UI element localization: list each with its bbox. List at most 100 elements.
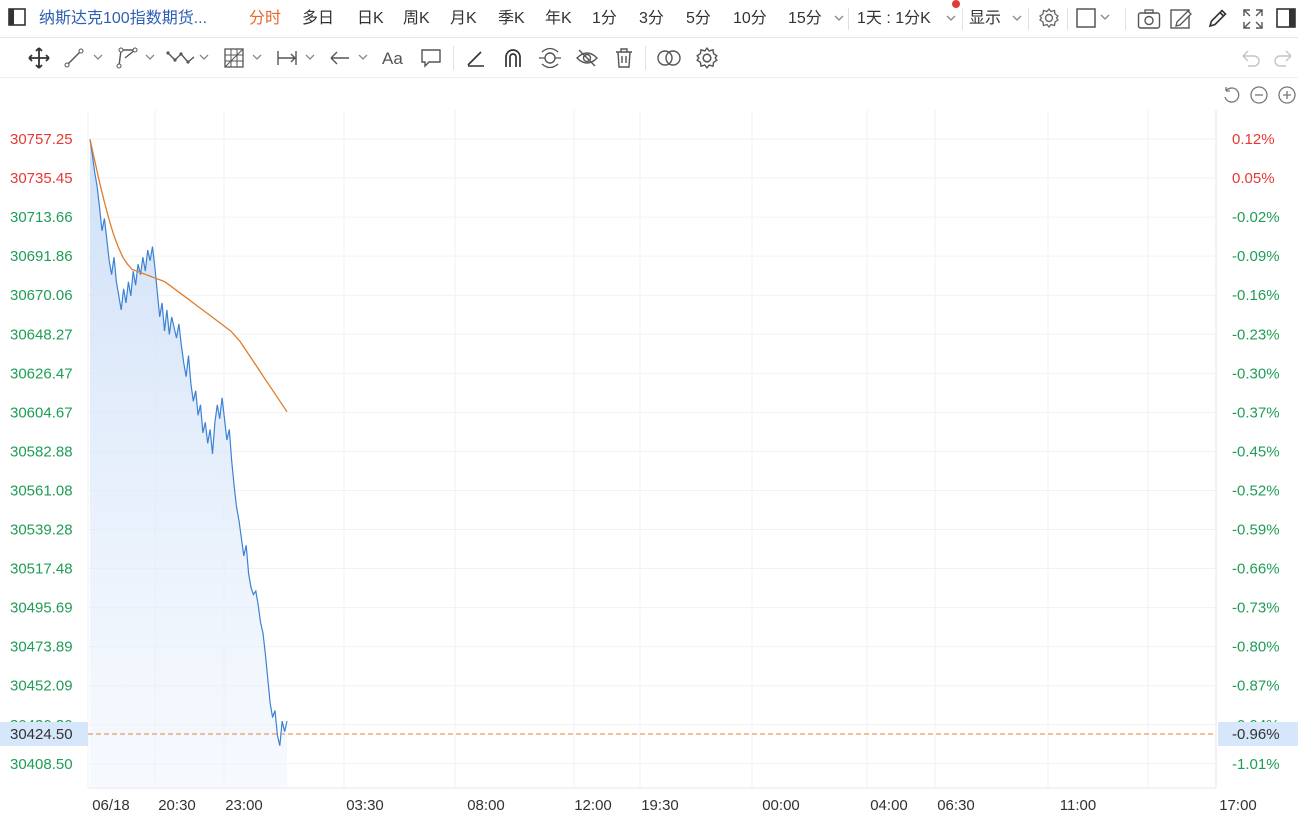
y-tick-label-left: 30495.69	[10, 600, 73, 617]
x-tick-label: 17:00	[1219, 797, 1257, 814]
y-tick-label-left: 30517.48	[10, 561, 73, 578]
sidebar-icon[interactable]	[1276, 8, 1296, 33]
price-area	[90, 139, 287, 788]
redo-icon[interactable]	[1272, 48, 1294, 73]
y-tick-label-right: -0.37%	[1232, 404, 1280, 421]
divider	[1028, 8, 1029, 30]
y-tick-label-left: 30757.25	[10, 131, 73, 148]
x-tick-label: 12:00	[574, 797, 612, 814]
chevron-down-icon	[1012, 15, 1022, 21]
y-tick-label-left: 30582.88	[10, 443, 73, 460]
divider	[848, 8, 849, 30]
magnet-icon[interactable]	[501, 46, 525, 75]
y-tick-label-left: 30713.66	[10, 209, 73, 226]
divider	[962, 8, 963, 30]
comment-icon[interactable]	[420, 47, 442, 74]
compare-icon[interactable]	[656, 48, 682, 73]
zoom-out-icon[interactable]	[1249, 85, 1269, 105]
period-tab-3[interactable]: 周K	[403, 0, 430, 38]
period-tab-11[interactable]: 15分	[788, 0, 822, 38]
divider	[645, 46, 646, 70]
trash-icon[interactable]	[613, 46, 635, 75]
period-tab-8[interactable]: 3分	[639, 0, 664, 38]
fullscreen-icon[interactable]	[1242, 8, 1264, 35]
reset-zoom-icon[interactable]	[1221, 85, 1241, 105]
crosshair-move-icon[interactable]	[27, 46, 51, 75]
sidebar-toggle-icon[interactable]	[8, 8, 26, 26]
y-tick-label-left: 30735.45	[10, 170, 73, 187]
y-tick-label-left: 30648.27	[10, 326, 73, 343]
fib-grid-icon[interactable]	[223, 46, 267, 75]
y-tick-label-left: 30670.06	[10, 287, 73, 304]
pen-icon[interactable]	[465, 47, 487, 74]
x-tick-label: 06:30	[937, 797, 975, 814]
y-tick-label-right: -0.23%	[1232, 326, 1280, 343]
y-tick-label-right: -1.01%	[1232, 756, 1280, 773]
y-tick-label-right: -0.16%	[1232, 287, 1280, 304]
lock-icon[interactable]	[537, 46, 563, 75]
divider	[453, 46, 454, 70]
top-toolbar: 纳斯达克100指数期货... 分时 多日 日K 周K 月K 季K 年K 1分 3分 5分 10分 15…	[0, 0, 1298, 38]
y-tick-label-right: -0.30%	[1232, 365, 1280, 382]
last-percent-box-right	[1218, 722, 1298, 746]
y-tick-label-right: -0.66%	[1232, 561, 1280, 578]
camera-icon[interactable]	[1137, 8, 1161, 35]
gear-icon[interactable]	[695, 46, 719, 75]
measure-range-icon[interactable]	[276, 48, 320, 73]
pattern-icon[interactable]	[166, 48, 212, 73]
y-tick-label-right: -0.52%	[1232, 482, 1280, 499]
period-tab-6[interactable]: 年K	[545, 0, 572, 38]
period-tab-4[interactable]: 月K	[450, 0, 477, 38]
arrow-icon[interactable]	[329, 48, 373, 73]
chevron-down-icon	[834, 15, 844, 21]
period-tab-0[interactable]: 分时	[249, 0, 281, 38]
y-tick-label-left: 30473.89	[10, 639, 73, 656]
y-tick-label-right: -0.45%	[1232, 443, 1280, 460]
y-tick-label-right: -0.59%	[1232, 522, 1280, 539]
y-tick-label-right: 0.05%	[1232, 170, 1275, 187]
layout-box-icon[interactable]	[1076, 8, 1110, 33]
display-menu[interactable]: 显示	[969, 0, 1001, 38]
trend-line-icon[interactable]	[64, 48, 106, 73]
y-tick-label-left: 30408.50	[10, 756, 73, 773]
zoom-in-icon[interactable]	[1277, 85, 1297, 105]
price-chart[interactable]: 30757.25 0.12% 30735.45 0.05% 30713.66 -0.02%…	[0, 0, 1298, 832]
period-tab-10[interactable]: 10分	[733, 0, 767, 38]
last-percent-label: -0.96%	[1232, 726, 1280, 743]
x-tick-label: 00:00	[762, 797, 800, 814]
settings-icon[interactable]	[1038, 7, 1060, 34]
divider	[1125, 8, 1126, 30]
y-tick-label-right: -0.94%	[1232, 717, 1280, 734]
period-tab-9[interactable]: 5分	[686, 0, 711, 38]
drawing-toolbar: Aa	[0, 38, 1298, 78]
svg-text:Aa: Aa	[382, 49, 403, 68]
pencil-icon[interactable]	[1207, 7, 1229, 34]
x-tick-label: 20:30	[158, 797, 196, 814]
range-select[interactable]: 1天 : 1分K	[857, 0, 931, 38]
x-tick-label: 11:00	[1060, 797, 1096, 814]
period-tab-7[interactable]: 1分	[592, 0, 617, 38]
symbol-title[interactable]: 纳斯达克100指数期货...	[39, 0, 207, 38]
y-tick-label-left: 30691.86	[10, 248, 73, 265]
y-tick-label-left: 30452.09	[10, 678, 73, 695]
undo-icon[interactable]	[1240, 48, 1262, 73]
period-tab-5[interactable]: 季K	[498, 0, 525, 38]
y-tick-label-right: -0.87%	[1232, 678, 1280, 695]
y-tick-label-right: 0.12%	[1232, 131, 1275, 148]
y-tick-label-left: 30561.08	[10, 482, 73, 499]
draw-settings-icon[interactable]	[1169, 6, 1193, 35]
polyline-icon[interactable]	[116, 47, 158, 74]
period-tab-1[interactable]: 多日	[302, 0, 334, 38]
text-icon[interactable]: Aa	[381, 47, 407, 74]
y-tick-label-left: 30626.47	[10, 365, 73, 382]
hide-icon[interactable]	[575, 46, 599, 75]
period-tab-2[interactable]: 日K	[357, 0, 384, 38]
y-tick-label-left: 30430.30	[10, 717, 73, 734]
last-price-label: 30424.50	[10, 726, 73, 743]
x-tick-label: 03:30	[346, 797, 384, 814]
y-tick-label-right: -0.09%	[1232, 248, 1280, 265]
x-tick-label: 08:00	[467, 797, 505, 814]
chevron-down-icon	[946, 15, 956, 21]
notification-dot	[952, 0, 960, 8]
divider	[1067, 8, 1068, 30]
